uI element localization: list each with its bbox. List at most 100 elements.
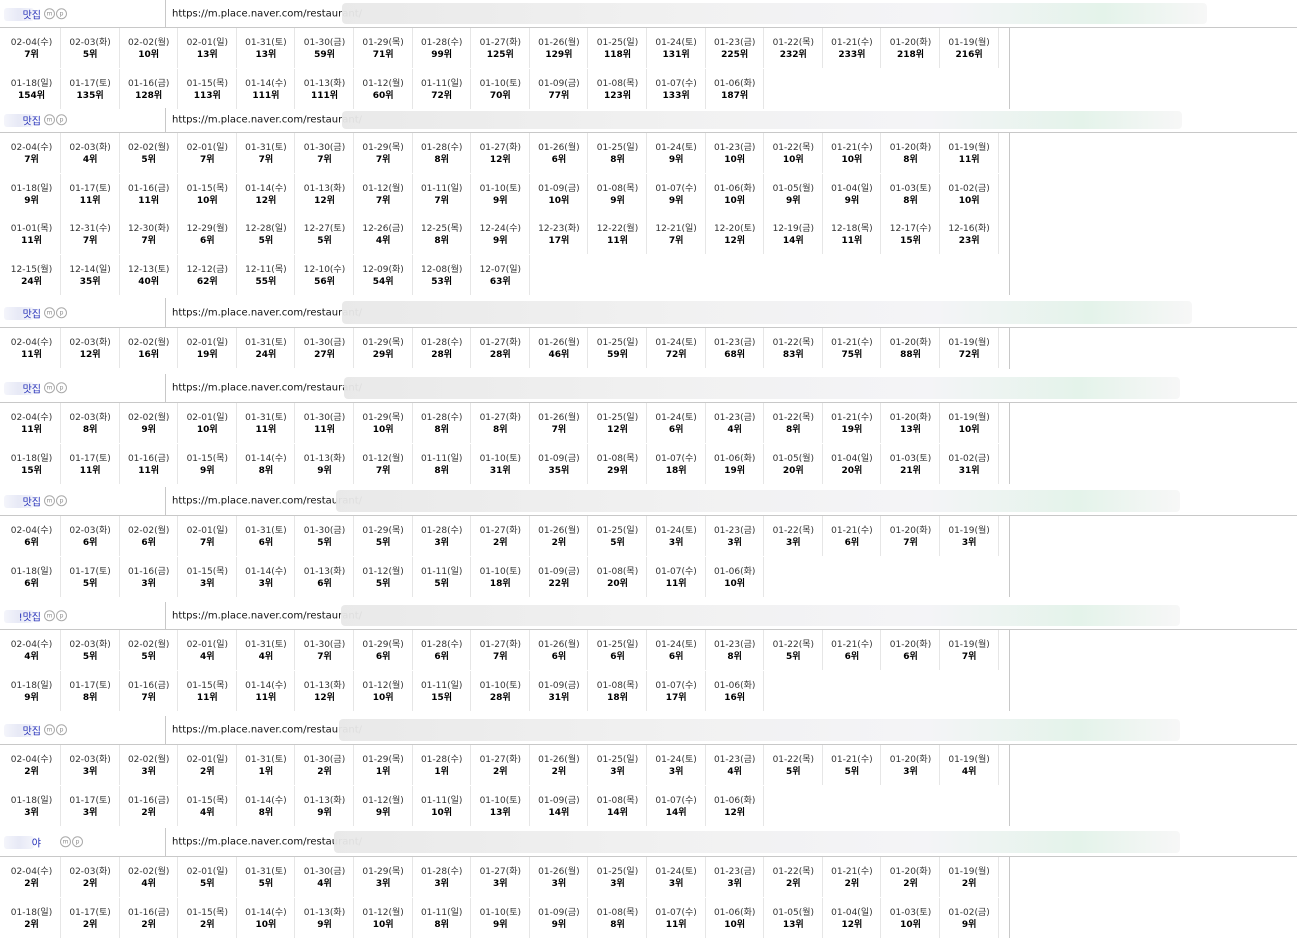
rank-date: 01-01(목) bbox=[10, 224, 53, 234]
rank-cell: 01-21(수) 6위 bbox=[823, 516, 882, 556]
rank-date: 01-30(금) bbox=[303, 413, 346, 423]
rank-cell: 01-22(목) 8위 bbox=[765, 403, 823, 443]
rank-date: 01-22(목) bbox=[772, 143, 815, 153]
rank-date: 01-17(토) bbox=[69, 453, 111, 464]
rank-value: 4위 bbox=[82, 155, 98, 165]
rank-cell: 01-19(월) 216위 bbox=[941, 28, 999, 68]
rank-grid: 02-04(수) 2위 02-03(화) 2위 02-02(월) 4위 02-01(일) 5위… bbox=[0, 857, 1297, 938]
rank-value: 9위 bbox=[493, 236, 508, 246]
rank-cell: 01-11(일) 10위 bbox=[413, 785, 472, 826]
rank-value: 2위 bbox=[844, 879, 860, 889]
rank-cell: 02-04(수) 11위 bbox=[3, 328, 61, 368]
keyword-text[interactable]: 맛집 bbox=[23, 723, 41, 738]
rank-grid: 02-04(수) 11위 02-03(화) 12위 02-02(월) 16위 02-01(일… bbox=[0, 328, 1297, 369]
mobile-badge-icon: m bbox=[60, 836, 71, 848]
place-url-link[interactable]: https://m.place.naver.com/restaurant/ bbox=[172, 115, 362, 126]
rank-date: 01-20(화) bbox=[889, 755, 932, 765]
rank-cell: 01-22(목) 3위 bbox=[765, 516, 823, 556]
rank-value: 14위 bbox=[607, 807, 628, 818]
rank-value: 6위 bbox=[24, 538, 39, 548]
rank-value: 3위 bbox=[961, 538, 977, 548]
rank-value: 5위 bbox=[434, 578, 449, 589]
rank-value: 10위 bbox=[841, 155, 863, 165]
rank-date: 01-22(목) bbox=[772, 526, 815, 536]
rank-date: 01-14(수) bbox=[245, 183, 287, 194]
place-url-link[interactable]: https://m.place.naver.com/restaurant/ bbox=[172, 307, 362, 318]
keyword-text[interactable]: 맛집 bbox=[23, 381, 41, 396]
rank-cell: 01-12(월) 7위 bbox=[355, 173, 413, 214]
rank-cell: 01-09(금) 10위 bbox=[530, 173, 589, 214]
rank-value: 6위 bbox=[844, 538, 860, 548]
rank-date: 01-21(수) bbox=[831, 755, 873, 765]
place-url-link[interactable]: https://m.place.naver.com/restaurant/ bbox=[172, 496, 362, 507]
rank-date: 02-03(화) bbox=[69, 38, 111, 48]
rank-cell: 01-07(수) 11위 bbox=[648, 556, 706, 597]
place-url-link[interactable]: https://m.place.naver.com/restaurant/ bbox=[172, 8, 362, 19]
rank-value: 8위 bbox=[903, 155, 918, 165]
rank-cell: 12-27(토) 5위 bbox=[296, 214, 354, 254]
rank-value: 111위 bbox=[252, 90, 280, 101]
rank-date: 02-04(수) bbox=[10, 640, 53, 650]
rank-value: 123위 bbox=[603, 90, 632, 101]
place-url-link[interactable]: https://m.place.naver.com/restaurant/ bbox=[172, 610, 362, 621]
rank-cell: 01-17(토) 2위 bbox=[62, 897, 120, 938]
rank-cell: 01-06(화) 19위 bbox=[706, 443, 765, 484]
rank-value: 2위 bbox=[551, 767, 567, 777]
rank-value: 6위 bbox=[668, 425, 684, 435]
rank-cell: 01-20(화) 13위 bbox=[882, 403, 940, 443]
rank-value: 2위 bbox=[24, 767, 39, 777]
rank-value: 13위 bbox=[196, 50, 218, 60]
rank-cell: 01-30(금) 7위 bbox=[296, 133, 354, 173]
rank-date: 01-11(일) bbox=[420, 78, 463, 89]
rank-date: 01-21(수) bbox=[831, 413, 873, 423]
rank-date: 01-19(월) bbox=[948, 143, 990, 153]
rank-value: 133위 bbox=[662, 90, 690, 101]
keyword-text[interactable]: 맛집 bbox=[23, 305, 41, 320]
rank-date: 01-03(토) bbox=[889, 183, 932, 194]
rank-cell: 01-03(토) 21위 bbox=[882, 443, 940, 484]
rank-value: 9위 bbox=[375, 807, 391, 818]
rank-date: 01-07(수) bbox=[655, 907, 697, 918]
keyword-text[interactable]: 야 bbox=[32, 835, 41, 850]
rank-value: 10위 bbox=[372, 919, 394, 930]
rank-value: 11위 bbox=[841, 236, 863, 246]
rank-date: 01-24(토) bbox=[655, 867, 697, 877]
rank-value: 12위 bbox=[724, 236, 746, 246]
rank-cell: 01-24(토) 72위 bbox=[648, 328, 706, 368]
rank-cell: 01-31(토) 4위 bbox=[237, 630, 296, 670]
mobile-badge-icon: m bbox=[44, 724, 55, 736]
rank-value: 14위 bbox=[548, 807, 570, 818]
rank-value: 8위 bbox=[82, 692, 98, 703]
keyword-text[interactable]: 맛집 bbox=[23, 113, 41, 128]
rank-date: 01-21(수) bbox=[831, 526, 873, 536]
rank-date: 01-31(토) bbox=[245, 526, 287, 536]
place-url-link[interactable]: https://m.place.naver.com/restaurant/ bbox=[172, 725, 362, 736]
keyword-header: 야 m p https://m.place.naver.com/restaurant/ bbox=[0, 828, 1297, 857]
rank-cell: 01-12(월) 60위 bbox=[355, 68, 413, 109]
rank-date: 01-13(화) bbox=[303, 795, 346, 806]
keyword-text[interactable]: 맛집 bbox=[23, 6, 41, 21]
rank-value: 9위 bbox=[200, 465, 215, 476]
rank-value: 2위 bbox=[551, 538, 567, 548]
rank-cell: 01-13(화) 9위 bbox=[296, 785, 354, 826]
rank-value: 10위 bbox=[372, 692, 394, 703]
rank-value: 60위 bbox=[372, 90, 394, 101]
rank-date: 02-03(화) bbox=[69, 338, 111, 348]
rank-date: 01-20(화) bbox=[889, 640, 932, 650]
rank-value: 3위 bbox=[141, 767, 156, 777]
mobile-badge-icon: m bbox=[44, 495, 55, 507]
rank-cell: 01-09(금) 77위 bbox=[530, 68, 589, 109]
rank-date: 02-04(수) bbox=[10, 755, 53, 765]
rank-value: 218위 bbox=[896, 50, 925, 60]
rank-value: 1위 bbox=[375, 767, 391, 777]
rank-value: 17위 bbox=[548, 236, 570, 246]
rank-cell: 01-03(토) 10위 bbox=[882, 897, 940, 938]
rank-date: 12-29(월) bbox=[186, 224, 229, 234]
rank-date: 02-03(화) bbox=[69, 867, 111, 877]
keyword-text[interactable]: 맛집 bbox=[23, 494, 41, 509]
rank-cell: 01-07(수) 18위 bbox=[648, 443, 706, 484]
keyword-text[interactable]: !맛집 bbox=[19, 608, 41, 623]
rank-date: 01-11(일) bbox=[420, 795, 463, 806]
redacted-url-mask bbox=[339, 719, 1180, 741]
place-url-link[interactable]: https://m.place.naver.com/restaurant/ bbox=[172, 383, 362, 394]
